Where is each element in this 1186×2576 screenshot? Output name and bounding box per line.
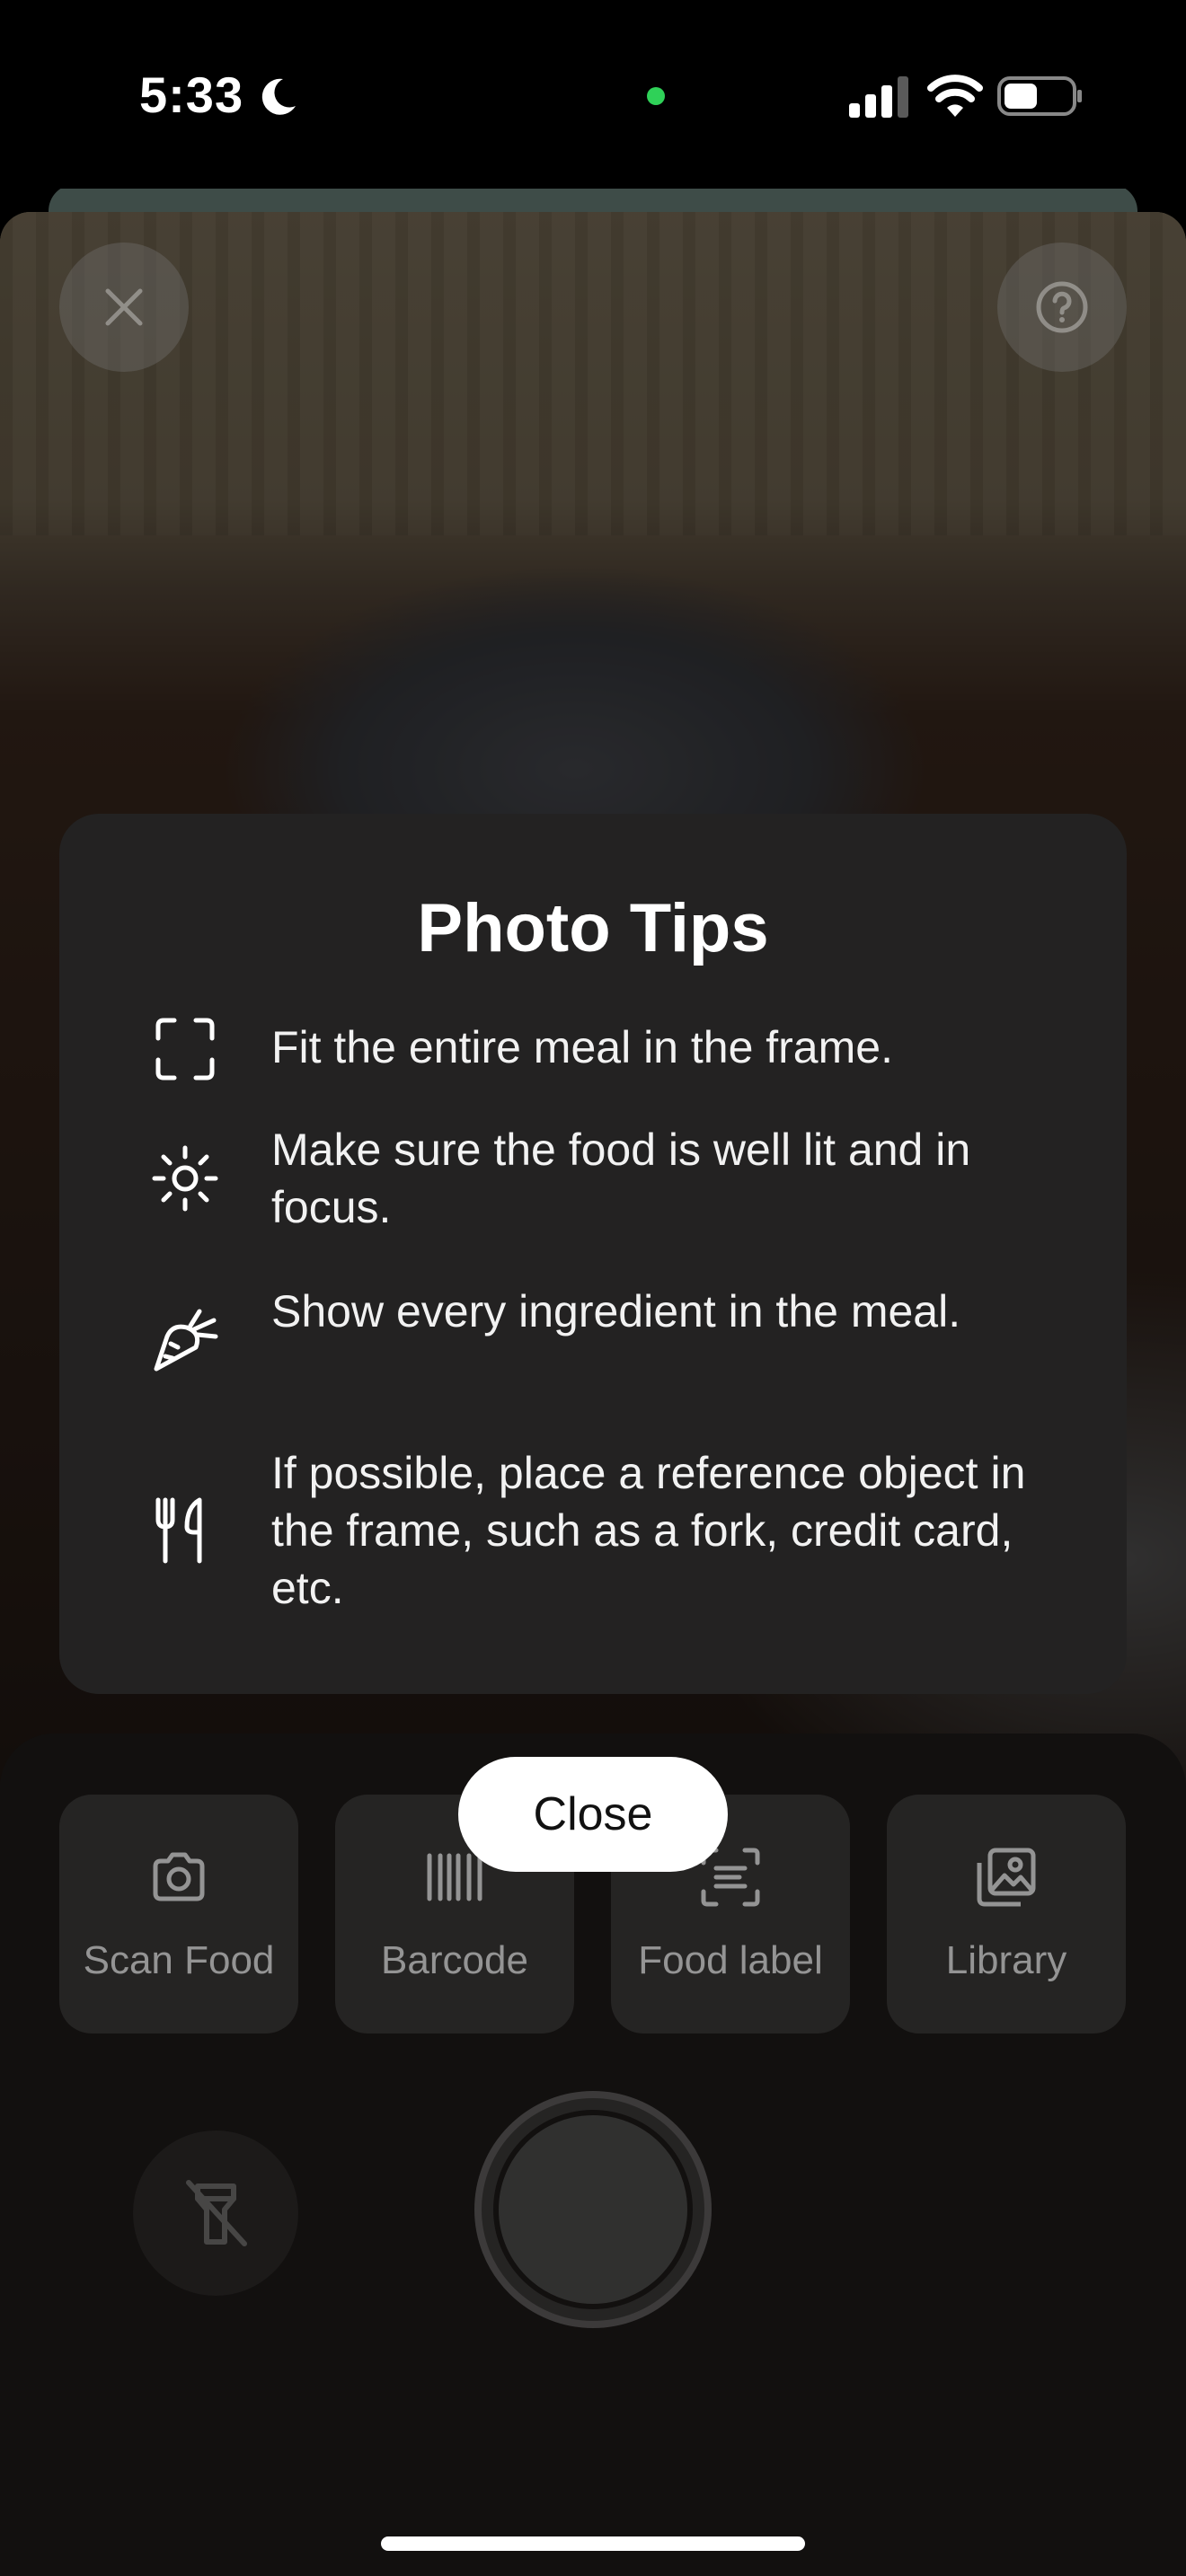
help-button[interactable] [997, 243, 1127, 372]
help-icon [1036, 281, 1088, 333]
frame-corners-icon [155, 1018, 215, 1081]
tip-text: Show every ingredient in the meal. [271, 1286, 961, 1337]
close-icon [105, 288, 143, 326]
battery-icon [997, 76, 1082, 116]
photo-tips-card: Photo Tips Fit the entire meal in the fr… [59, 814, 1127, 1694]
home-indicator[interactable] [381, 2536, 805, 2551]
status-time: 5:33 [139, 66, 244, 123]
status-bar: 5:33 [0, 0, 1186, 189]
moon-icon [261, 78, 296, 115]
utensils-icon [155, 1497, 202, 1564]
close-camera-button[interactable] [59, 243, 189, 372]
sun-icon [152, 1145, 218, 1212]
carrot-icon [154, 1309, 218, 1372]
close-tips-button[interactable]: Close [458, 1757, 728, 1872]
photo-tips-title: Photo Tips [417, 890, 769, 966]
wifi-icon [927, 75, 983, 117]
camera-in-use-indicator [647, 87, 665, 105]
tip-text: Make sure the food is well lit and in fo… [271, 1125, 971, 1232]
cellular-signal-icon [849, 76, 908, 118]
tip-text: If possible, place a reference object in… [271, 1448, 1026, 1613]
tip-text: Fit the entire meal in the frame. [271, 1022, 893, 1072]
